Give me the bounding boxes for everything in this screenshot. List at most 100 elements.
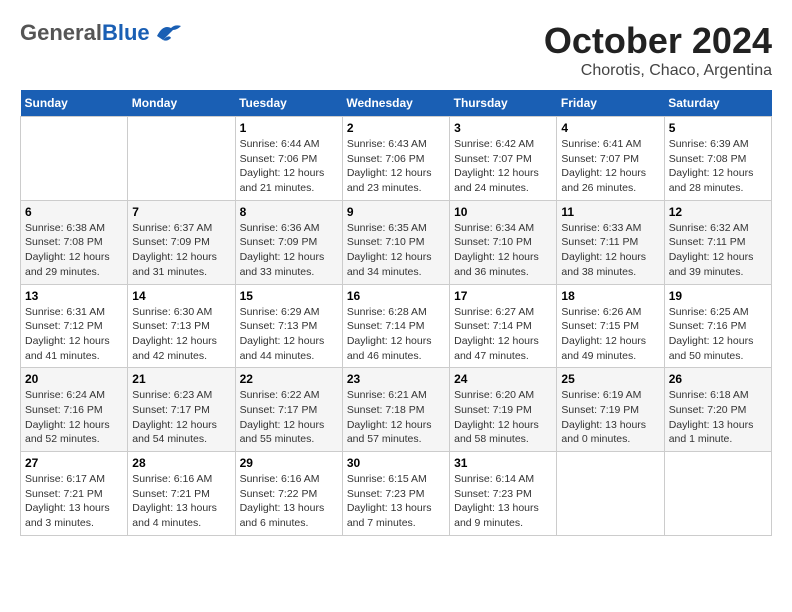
- calendar-cell: 17 Sunrise: 6:27 AMSunset: 7:14 PMDayligh…: [450, 284, 557, 368]
- calendar-cell: 23 Sunrise: 6:21 AMSunset: 7:18 PMDayligh…: [342, 368, 449, 452]
- day-number: 1: [240, 121, 338, 135]
- day-number: 30: [347, 456, 445, 470]
- calendar-cell: 21 Sunrise: 6:23 AMSunset: 7:17 PMDayligh…: [128, 368, 235, 452]
- day-number: 16: [347, 289, 445, 303]
- day-number: 10: [454, 205, 552, 219]
- calendar-week-row: 6Sunrise: 6:38 AMSunset: 7:08 PMDaylight…: [21, 200, 772, 284]
- day-number: 27: [25, 456, 123, 470]
- calendar-cell: 13 Sunrise: 6:31 AMSunset: 7:12 PMDayligh…: [21, 284, 128, 368]
- day-details: Sunrise: 6:23 AMSunset: 7:17 PMDaylight:…: [132, 388, 230, 447]
- calendar-cell: 26Sunrise: 6:18 AMSunset: 7:20 PMDayligh…: [664, 368, 771, 452]
- day-details: Sunrise: 6:27 AMSunset: 7:14 PMDaylight:…: [454, 305, 552, 364]
- calendar-cell: [557, 452, 664, 536]
- weekday-header: Friday: [557, 90, 664, 117]
- weekday-header: Thursday: [450, 90, 557, 117]
- day-number: 19: [669, 289, 767, 303]
- calendar-cell: 5 Sunrise: 6:39 AMSunset: 7:08 PMDaylight…: [664, 117, 771, 201]
- day-details: Sunrise: 6:32 AMSunset: 7:11 PMDaylight:…: [669, 221, 767, 280]
- calendar-cell: 7 Sunrise: 6:37 AMSunset: 7:09 PMDaylight…: [128, 200, 235, 284]
- calendar-cell: 2 Sunrise: 6:43 AMSunset: 7:06 PMDaylight…: [342, 117, 449, 201]
- logo-blue: Blue: [102, 20, 150, 46]
- day-number: 4: [561, 121, 659, 135]
- day-number: 12: [669, 205, 767, 219]
- day-details: Sunrise: 6:18 AMSunset: 7:20 PMDaylight:…: [669, 388, 767, 447]
- calendar-cell: 1 Sunrise: 6:44 AMSunset: 7:06 PMDaylight…: [235, 117, 342, 201]
- calendar-cell: 8Sunrise: 6:36 AMSunset: 7:09 PMDaylight…: [235, 200, 342, 284]
- day-number: 3: [454, 121, 552, 135]
- calendar-cell: 24 Sunrise: 6:20 AMSunset: 7:19 PMDayligh…: [450, 368, 557, 452]
- day-number: 22: [240, 372, 338, 386]
- day-number: 23: [347, 372, 445, 386]
- calendar-cell: 27Sunrise: 6:17 AMSunset: 7:21 PMDayligh…: [21, 452, 128, 536]
- calendar-cell: 15Sunrise: 6:29 AMSunset: 7:13 PMDayligh…: [235, 284, 342, 368]
- day-number: 11: [561, 205, 659, 219]
- calendar-week-row: 27Sunrise: 6:17 AMSunset: 7:21 PMDayligh…: [21, 452, 772, 536]
- day-details: Sunrise: 6:25 AMSunset: 7:16 PMDaylight:…: [669, 305, 767, 364]
- day-number: 28: [132, 456, 230, 470]
- calendar-cell: 11 Sunrise: 6:33 AMSunset: 7:11 PMDayligh…: [557, 200, 664, 284]
- day-details: Sunrise: 6:37 AMSunset: 7:09 PMDaylight:…: [132, 221, 230, 280]
- calendar-cell: 31 Sunrise: 6:14 AMSunset: 7:23 PMDayligh…: [450, 452, 557, 536]
- day-number: 5: [669, 121, 767, 135]
- calendar-cell: 30 Sunrise: 6:15 AMSunset: 7:23 PMDayligh…: [342, 452, 449, 536]
- day-details: Sunrise: 6:44 AMSunset: 7:06 PMDaylight:…: [240, 137, 338, 196]
- calendar-cell: 28 Sunrise: 6:16 AMSunset: 7:21 PMDayligh…: [128, 452, 235, 536]
- day-number: 13: [25, 289, 123, 303]
- day-details: Sunrise: 6:26 AMSunset: 7:15 PMDaylight:…: [561, 305, 659, 364]
- day-number: 25: [561, 372, 659, 386]
- day-number: 7: [132, 205, 230, 219]
- weekday-header: Sunday: [21, 90, 128, 117]
- day-details: Sunrise: 6:21 AMSunset: 7:18 PMDaylight:…: [347, 388, 445, 447]
- calendar-week-row: 1 Sunrise: 6:44 AMSunset: 7:06 PMDaylight…: [21, 117, 772, 201]
- day-number: 21: [132, 372, 230, 386]
- logo: General Blue: [20, 20, 181, 46]
- day-details: Sunrise: 6:33 AMSunset: 7:11 PMDaylight:…: [561, 221, 659, 280]
- calendar-cell: 16 Sunrise: 6:28 AMSunset: 7:14 PMDayligh…: [342, 284, 449, 368]
- day-details: Sunrise: 6:31 AMSunset: 7:12 PMDaylight:…: [25, 305, 123, 364]
- location-title: Chorotis, Chaco, Argentina: [544, 62, 772, 80]
- calendar-cell: 12 Sunrise: 6:32 AMSunset: 7:11 PMDayligh…: [664, 200, 771, 284]
- day-number: 18: [561, 289, 659, 303]
- day-number: 15: [240, 289, 338, 303]
- day-details: Sunrise: 6:43 AMSunset: 7:06 PMDaylight:…: [347, 137, 445, 196]
- calendar-cell: 18 Sunrise: 6:26 AMSunset: 7:15 PMDayligh…: [557, 284, 664, 368]
- day-number: 24: [454, 372, 552, 386]
- day-details: Sunrise: 6:38 AMSunset: 7:08 PMDaylight:…: [25, 221, 123, 280]
- day-details: Sunrise: 6:15 AMSunset: 7:23 PMDaylight:…: [347, 472, 445, 531]
- calendar-cell: 14Sunrise: 6:30 AMSunset: 7:13 PMDayligh…: [128, 284, 235, 368]
- day-details: Sunrise: 6:14 AMSunset: 7:23 PMDaylight:…: [454, 472, 552, 531]
- day-details: Sunrise: 6:42 AMSunset: 7:07 PMDaylight:…: [454, 137, 552, 196]
- logo-bird-icon: [153, 22, 181, 44]
- day-details: Sunrise: 6:39 AMSunset: 7:08 PMDaylight:…: [669, 137, 767, 196]
- calendar-cell: 20Sunrise: 6:24 AMSunset: 7:16 PMDayligh…: [21, 368, 128, 452]
- day-number: 29: [240, 456, 338, 470]
- day-number: 9: [347, 205, 445, 219]
- weekday-header: Saturday: [664, 90, 771, 117]
- calendar-cell: 6Sunrise: 6:38 AMSunset: 7:08 PMDaylight…: [21, 200, 128, 284]
- calendar-cell: 3 Sunrise: 6:42 AMSunset: 7:07 PMDaylight…: [450, 117, 557, 201]
- calendar-week-row: 20Sunrise: 6:24 AMSunset: 7:16 PMDayligh…: [21, 368, 772, 452]
- day-details: Sunrise: 6:28 AMSunset: 7:14 PMDaylight:…: [347, 305, 445, 364]
- day-number: 17: [454, 289, 552, 303]
- month-title: October 2024: [544, 20, 772, 62]
- weekday-header-row: SundayMondayTuesdayWednesdayThursdayFrid…: [21, 90, 772, 117]
- calendar-cell: 10Sunrise: 6:34 AMSunset: 7:10 PMDayligh…: [450, 200, 557, 284]
- calendar-cell: 9Sunrise: 6:35 AMSunset: 7:10 PMDaylight…: [342, 200, 449, 284]
- day-number: 2: [347, 121, 445, 135]
- day-details: Sunrise: 6:19 AMSunset: 7:19 PMDaylight:…: [561, 388, 659, 447]
- day-number: 14: [132, 289, 230, 303]
- day-number: 8: [240, 205, 338, 219]
- calendar-table: SundayMondayTuesdayWednesdayThursdayFrid…: [20, 90, 772, 536]
- title-area: October 2024 Chorotis, Chaco, Argentina: [544, 20, 772, 80]
- logo-general: General: [20, 20, 102, 46]
- page-header: General Blue October 2024 Chorotis, Chac…: [20, 20, 772, 80]
- calendar-cell: 22Sunrise: 6:22 AMSunset: 7:17 PMDayligh…: [235, 368, 342, 452]
- day-details: Sunrise: 6:20 AMSunset: 7:19 PMDaylight:…: [454, 388, 552, 447]
- calendar-cell: 4 Sunrise: 6:41 AMSunset: 7:07 PMDaylight…: [557, 117, 664, 201]
- calendar-cell: 29Sunrise: 6:16 AMSunset: 7:22 PMDayligh…: [235, 452, 342, 536]
- day-details: Sunrise: 6:41 AMSunset: 7:07 PMDaylight:…: [561, 137, 659, 196]
- day-number: 31: [454, 456, 552, 470]
- weekday-header: Tuesday: [235, 90, 342, 117]
- calendar-cell: 19 Sunrise: 6:25 AMSunset: 7:16 PMDayligh…: [664, 284, 771, 368]
- day-details: Sunrise: 6:16 AMSunset: 7:21 PMDaylight:…: [132, 472, 230, 531]
